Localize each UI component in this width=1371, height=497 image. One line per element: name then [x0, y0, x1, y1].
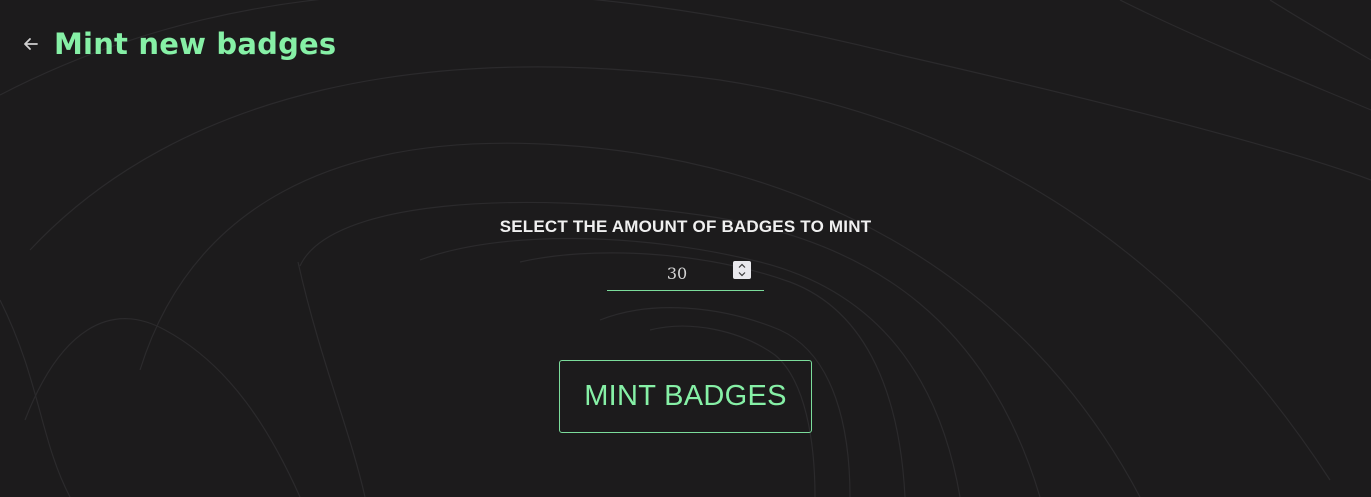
- mint-badges-button[interactable]: MINT BADGES: [559, 360, 812, 433]
- page-title: Mint new badges: [54, 27, 337, 61]
- stepper-increment-button[interactable]: [733, 261, 751, 270]
- page-header: Mint new badges: [20, 26, 336, 62]
- chevron-down-icon: [738, 272, 746, 277]
- stepper-decrement-button[interactable]: [733, 270, 751, 279]
- arrow-left-icon: [24, 38, 38, 50]
- amount-input[interactable]: 30: [607, 260, 764, 291]
- amount-label: SELECT THE AMOUNT OF BADGES TO MINT: [499, 217, 872, 236]
- mint-badges-button-label: MINT BADGES: [584, 380, 787, 412]
- chevron-up-icon: [738, 263, 746, 268]
- mint-form: SELECT THE AMOUNT OF BADGES TO MINT 30 M…: [0, 214, 1371, 433]
- amount-stepper[interactable]: [733, 261, 751, 279]
- amount-input-value[interactable]: 30: [607, 263, 747, 285]
- back-button[interactable]: [20, 26, 42, 62]
